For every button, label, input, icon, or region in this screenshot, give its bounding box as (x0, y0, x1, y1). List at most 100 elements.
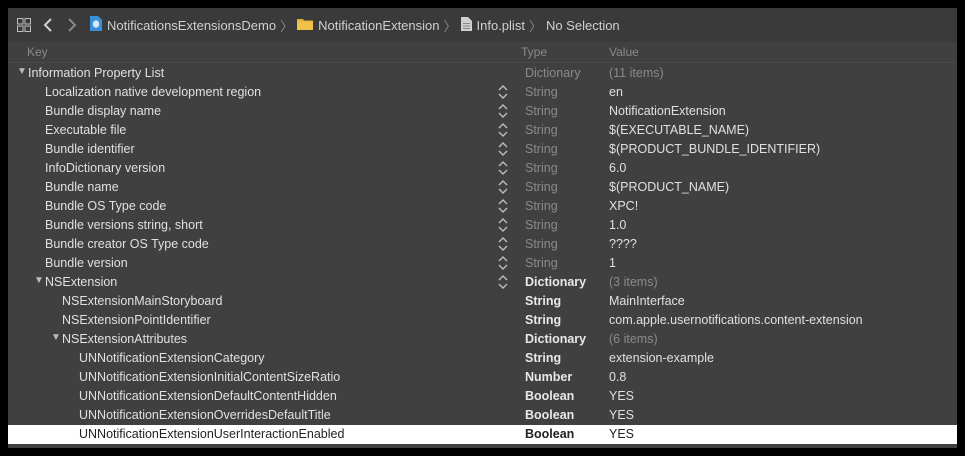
row-type[interactable]: Dictionary (525, 332, 586, 346)
row-type[interactable]: String (525, 294, 561, 308)
row-key[interactable]: NSExtensionAttributes (62, 332, 187, 346)
plist-row[interactable]: Localization native development region St… (8, 83, 957, 102)
breadcrumb-file[interactable]: Info.plist 〉 (460, 16, 546, 35)
row-type[interactable]: String (525, 85, 558, 99)
row-value[interactable]: 1 (609, 256, 616, 270)
plist-row[interactable]: UNNotificationExtensionUserInteractionEn… (8, 425, 957, 444)
row-key[interactable]: Executable file (45, 123, 126, 137)
plist-row[interactable]: Bundle creator OS Type code String???? (8, 235, 957, 254)
row-key[interactable]: Localization native development region (45, 85, 261, 99)
row-type[interactable]: String (525, 161, 558, 175)
plist-row[interactable]: UNNotificationExtensionInitialContentSiz… (8, 368, 957, 387)
disclosure-triangle-icon[interactable]: ▼ (34, 275, 44, 286)
row-key[interactable]: Bundle identifier (45, 142, 135, 156)
related-items-grid-icon[interactable] (16, 17, 32, 33)
row-type[interactable]: Dictionary (525, 66, 581, 80)
row-value[interactable]: NotificationExtension (609, 104, 726, 118)
plist-row[interactable]: InfoDictionary version String 6.0 (8, 159, 957, 178)
value-column-header[interactable]: Value (609, 45, 639, 59)
row-key[interactable]: InfoDictionary version (45, 161, 165, 175)
row-value[interactable]: 6.0 (609, 161, 626, 175)
row-value[interactable]: YES (609, 427, 634, 441)
plist-row[interactable]: UNNotificationExtensionOverridesDefaultT… (8, 406, 957, 425)
row-type[interactable]: String (525, 351, 561, 365)
plist-row[interactable]: Bundle version String 1 (8, 254, 957, 273)
disclosure-triangle-icon[interactable]: ▼ (51, 332, 61, 343)
row-value[interactable]: $(EXECUTABLE_NAME) (609, 123, 749, 137)
type-column-header[interactable]: Type (521, 45, 547, 59)
row-type[interactable]: String (525, 180, 558, 194)
key-popup-stepper-icon[interactable] (498, 274, 508, 290)
row-key[interactable]: UNNotificationExtensionInitialContentSiz… (79, 370, 340, 384)
row-type[interactable]: Boolean (525, 389, 574, 403)
row-value[interactable]: MainInterface (609, 294, 685, 308)
row-value[interactable]: XPC! (609, 199, 638, 213)
plist-row[interactable]: Bundle OS Type code String XPC! (8, 197, 957, 216)
row-key[interactable]: Bundle versions string, short (45, 218, 203, 232)
row-type[interactable]: Boolean (525, 427, 574, 441)
key-popup-stepper-icon[interactable] (498, 141, 508, 157)
plist-row[interactable]: Bundle identifier String $(PRODUCT_BUNDLE_… (8, 140, 957, 159)
forward-chevron-icon[interactable] (64, 17, 80, 33)
disclosure-triangle-icon[interactable]: ▼ (17, 66, 27, 77)
back-chevron-icon[interactable] (40, 17, 56, 33)
row-type[interactable]: String (525, 123, 558, 137)
key-popup-stepper-icon[interactable] (498, 236, 508, 252)
row-type[interactable]: String (525, 104, 558, 118)
row-key[interactable]: NSExtensionMainStoryboard (62, 294, 223, 308)
plist-row[interactable]: Bundle display name String NotificationExt… (8, 102, 957, 121)
breadcrumb-selection[interactable]: No Selection (546, 18, 620, 33)
row-value[interactable]: com.apple.usernotifications.content-exte… (609, 313, 863, 327)
row-type[interactable]: String (525, 237, 558, 251)
row-key[interactable]: Bundle creator OS Type code (45, 237, 209, 251)
key-popup-stepper-icon[interactable] (498, 198, 508, 214)
row-value[interactable]: (11 items) (609, 66, 664, 80)
row-type[interactable]: Dictionary (525, 275, 586, 289)
plist-row[interactable]: Bundle name String $(PRODUCT_NAME) (8, 178, 957, 197)
row-key[interactable]: UNNotificationExtensionUserInteractionEn… (79, 427, 344, 441)
row-key[interactable]: Bundle OS Type code (45, 199, 166, 213)
plist-row[interactable]: NSExtensionPointIdentifier String com.appl… (8, 311, 957, 330)
key-popup-stepper-icon[interactable] (498, 255, 508, 271)
plist-row[interactable]: UNNotificationExtensionDefaultContentHid… (8, 387, 957, 406)
breadcrumb-folder[interactable]: NotificationExtension 〉 (297, 16, 460, 35)
plist-row[interactable]: NSExtensionMainStoryboard String MainInter… (8, 292, 957, 311)
plist-row[interactable]: Bundle versions string, short String 1.0 (8, 216, 957, 235)
row-value[interactable]: extension-example (609, 351, 714, 365)
plist-row[interactable]: ▼ NSExtension Dictionary (3 items) (8, 273, 957, 292)
row-key[interactable]: UNNotificationExtensionOverridesDefaultT… (79, 408, 331, 422)
row-value[interactable]: YES (609, 408, 634, 422)
breadcrumb-project[interactable]: NotificationsExtensionsDemo 〉 (90, 16, 297, 35)
row-type[interactable]: String (525, 256, 558, 270)
row-key[interactable]: UNNotificationExtensionDefaultContentHid… (79, 389, 337, 403)
key-popup-stepper-icon[interactable] (498, 217, 508, 233)
plist-row[interactable]: ▼ Information Property List Dictionary (11 … (8, 64, 957, 83)
row-type[interactable]: String (525, 313, 561, 327)
plist-row[interactable]: ▼ NSExtensionAttributes Dictionary (6 items… (8, 330, 957, 349)
row-value[interactable]: 1.0 (609, 218, 626, 232)
row-type[interactable]: Number (525, 370, 572, 384)
key-popup-stepper-icon[interactable] (498, 122, 508, 138)
row-type[interactable]: Boolean (525, 408, 574, 422)
key-popup-stepper-icon[interactable] (498, 84, 508, 100)
row-value[interactable]: $(PRODUCT_NAME) (609, 180, 729, 194)
row-value[interactable]: (6 items) (609, 332, 658, 346)
row-key[interactable]: NSExtensionPointIdentifier (62, 313, 211, 327)
key-popup-stepper-icon[interactable] (498, 160, 508, 176)
key-popup-stepper-icon[interactable] (498, 179, 508, 195)
row-value[interactable]: YES (609, 389, 634, 403)
row-key[interactable]: Bundle name (45, 180, 119, 194)
row-value[interactable]: (3 items) (609, 275, 658, 289)
row-type[interactable]: String (525, 142, 558, 156)
row-value[interactable]: en (609, 85, 623, 99)
row-key[interactable]: NSExtension (45, 275, 117, 289)
plist-row[interactable]: UNNotificationExtensionCategory String ext… (8, 349, 957, 368)
row-value[interactable]: $(PRODUCT_BUNDLE_IDENTIFIER) (609, 142, 820, 156)
row-key[interactable]: Information Property List (28, 66, 164, 80)
row-key[interactable]: UNNotificationExtensionCategory (79, 351, 265, 365)
row-type[interactable]: String (525, 199, 558, 213)
row-type[interactable]: String (525, 218, 558, 232)
row-value[interactable]: ???? (609, 237, 637, 251)
key-column-header[interactable]: Key (27, 45, 48, 59)
key-popup-stepper-icon[interactable] (498, 103, 508, 119)
